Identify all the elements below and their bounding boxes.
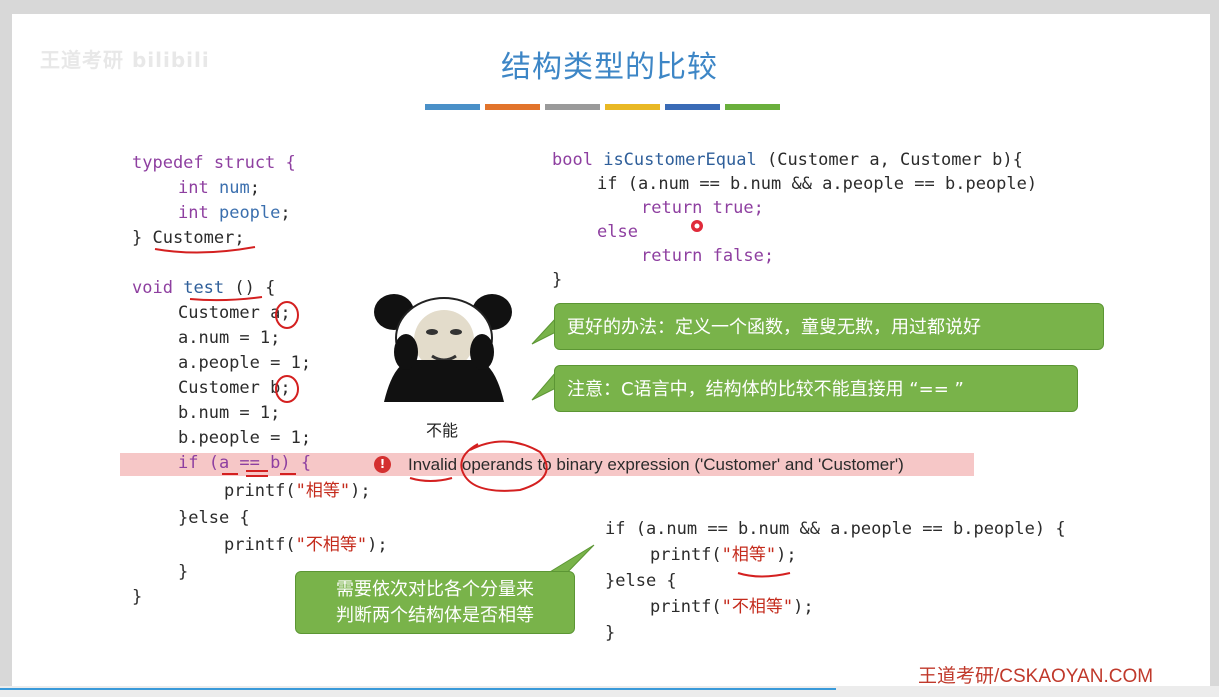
title-stripe: [485, 104, 540, 110]
video-progress-fill: [0, 688, 836, 690]
callout-compare-line2: 判断两个结构体是否相等: [336, 605, 534, 626]
code-else-keyword: else: [597, 222, 638, 242]
code-test-function: test: [183, 278, 225, 298]
code-printf: printf(: [650, 545, 722, 565]
title-stripe: [425, 104, 480, 110]
code-close-outer: }: [132, 587, 143, 607]
code-else-line: }else {: [178, 508, 250, 528]
code-string-equal: "相等": [295, 481, 351, 501]
code-string-equal: "相等": [721, 545, 777, 565]
callout-note: 注意：C语言中，结构体的比较不能直接用 “== ”: [554, 365, 1078, 412]
code-bool-keyword: bool: [552, 150, 593, 170]
code-num-field: num: [218, 178, 250, 198]
code-string-not-equal: "不相等": [721, 597, 794, 617]
title-stripe: [725, 104, 780, 110]
code-customer-b: Customer b;: [178, 378, 291, 398]
code-iscustomerequal-function: isCustomerEqual: [603, 150, 757, 170]
code-if-equal-line: if (a == b) {: [178, 453, 312, 473]
code-close-function: }: [552, 270, 563, 290]
code-return-true: return true;: [641, 198, 764, 218]
meme-caption: 不能: [426, 421, 459, 440]
callout-compare-line1: 需要依次对比各个分量来: [336, 579, 534, 600]
panda-meme-image: [374, 294, 512, 402]
code-compare-if-line-2: if (a.num == b.num && a.people == b.peop…: [605, 519, 1066, 539]
code-printf: printf(: [224, 535, 296, 555]
code-params: (Customer a, Customer b){: [756, 150, 1023, 170]
slide-title: 结构类型的比较: [501, 50, 718, 85]
code-customer-typedef-close: } Customer;: [132, 228, 245, 248]
code-int-keyword: int: [178, 178, 209, 198]
footer-brand: 王道考研/CSKAOYAN.COM: [918, 666, 1154, 687]
callout-better-way: 更好的办法：定义一个函数，童叟无欺，用过都说好: [554, 303, 1104, 350]
code-else-line-2: }else {: [605, 571, 677, 591]
title-stripe: [545, 104, 600, 110]
code-test-rest: () {: [224, 278, 276, 298]
code-close-2: }: [605, 623, 616, 643]
code-void-keyword: void: [132, 278, 173, 298]
error-icon: !: [374, 456, 391, 473]
callout-compare: 需要依次对比各个分量来 判断两个结构体是否相等: [295, 571, 575, 634]
code-a-people: a.people = 1;: [178, 353, 312, 373]
code-int-keyword: int: [178, 203, 209, 223]
code-string-not-equal: "不相等": [295, 535, 368, 555]
code-b-num: b.num = 1;: [178, 403, 281, 423]
code-typedef-line: typedef struct {: [132, 153, 296, 173]
code-block-right-bottom: if (a.num == b.num && a.people == b.peop…: [0, 0, 1066, 643]
code-printf: printf(: [650, 597, 722, 617]
code-b-people: b.people = 1;: [178, 428, 312, 448]
code-close-inner: }: [178, 562, 189, 582]
code-compare-if-line: if (a.num == b.num && a.people == b.peop…: [597, 174, 1038, 194]
code-people-field: people: [218, 203, 281, 223]
error-message: Invalid operands to binary expression ('…: [408, 455, 904, 474]
code-a-num: a.num = 1;: [178, 328, 281, 348]
title-stripe: [605, 104, 660, 110]
code-printf: printf(: [224, 481, 296, 501]
title-stripe: [665, 104, 720, 110]
code-return-false: return false;: [641, 246, 775, 266]
code-customer-a: Customer a;: [178, 303, 291, 323]
